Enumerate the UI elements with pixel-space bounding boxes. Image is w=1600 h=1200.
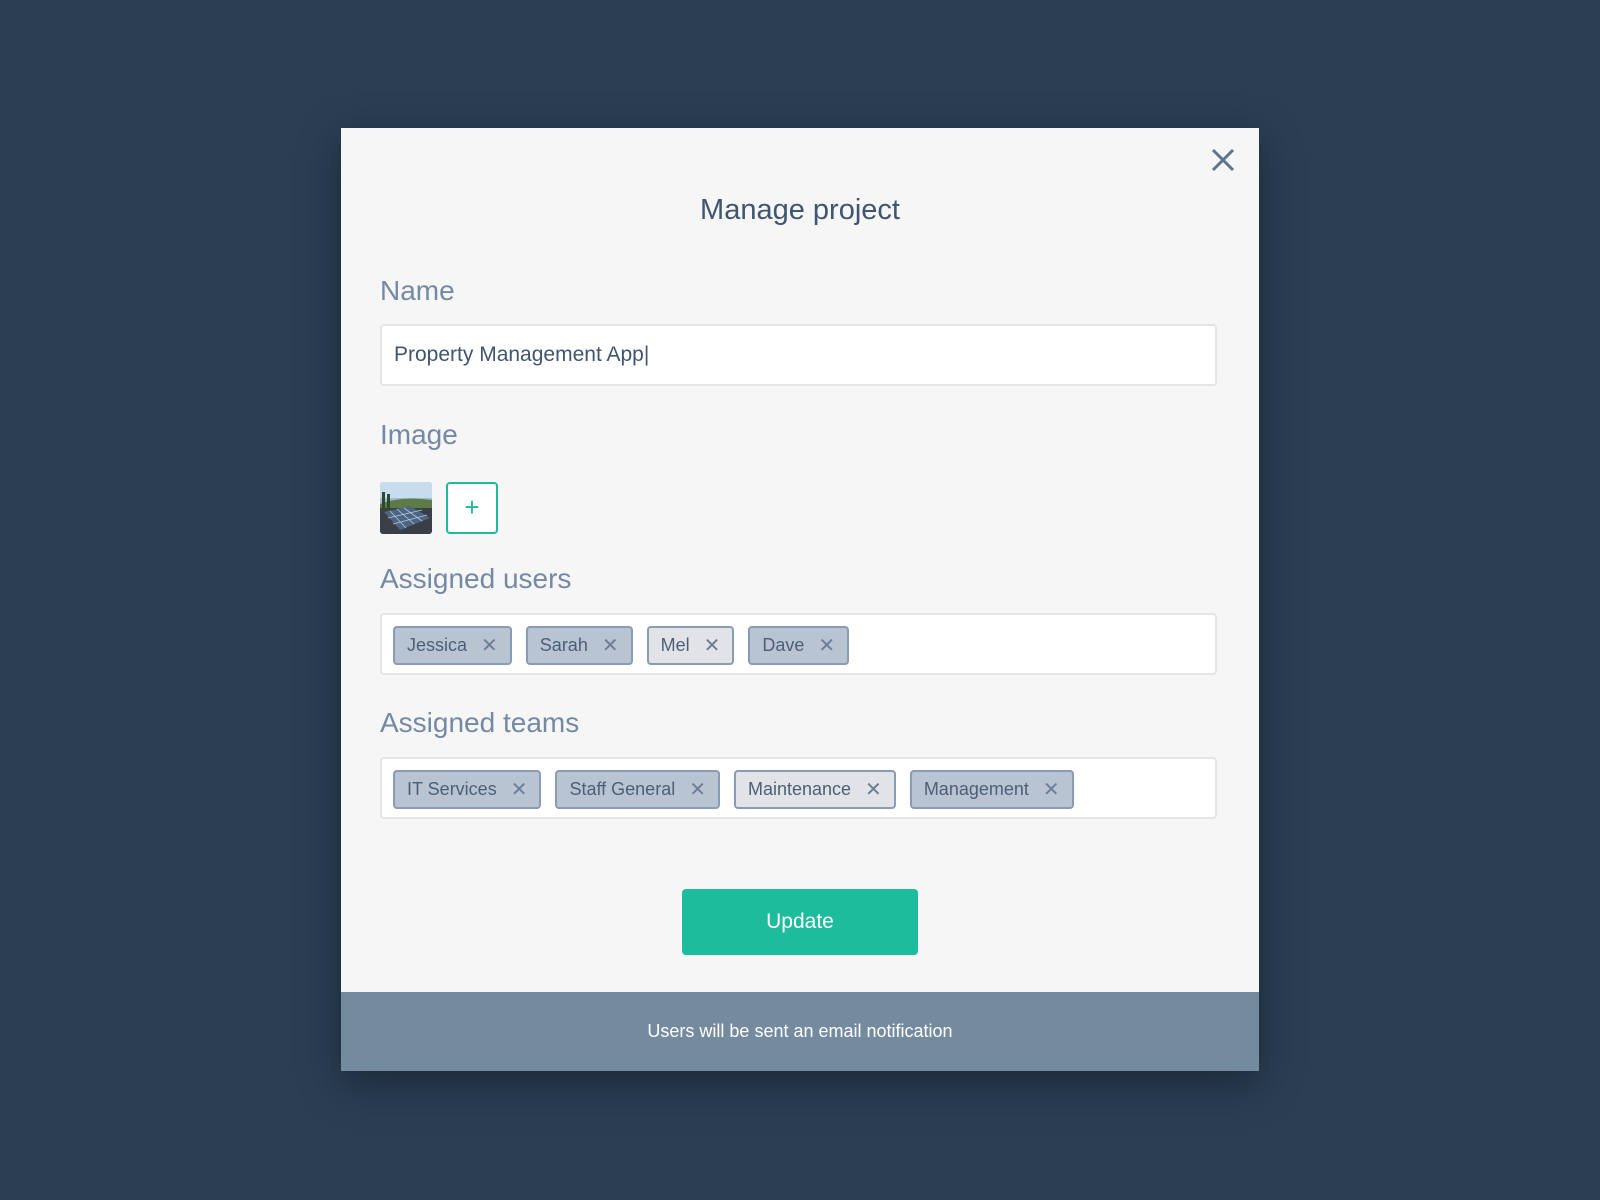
image-label: Image (380, 419, 458, 450)
user-tag-label: Sarah (539, 635, 588, 655)
footer-note: Users will be sent an email notification (647, 1021, 953, 1041)
close-icon[interactable] (1207, 144, 1239, 176)
solar-panel-thumbnail[interactable] (380, 482, 432, 534)
remove-icon[interactable]: ✕ (481, 636, 498, 656)
user-tag-label: Jessica (407, 635, 468, 655)
remove-icon[interactable]: ✕ (818, 636, 835, 656)
add-image-button[interactable]: + (446, 482, 498, 534)
team-tag-maintenance: Maintenance ✕ (733, 770, 896, 809)
remove-icon[interactable]: ✕ (1043, 780, 1060, 800)
remove-icon[interactable]: ✕ (704, 636, 721, 656)
remove-icon[interactable]: ✕ (865, 780, 882, 800)
user-tag-dave: Dave ✕ (748, 626, 850, 665)
team-tag-label: Maintenance (747, 779, 852, 799)
user-tag-label: Dave (762, 635, 805, 655)
team-tag-label: Staff General (569, 779, 676, 799)
modal-title: Manage project (700, 194, 900, 226)
user-tag-sarah: Sarah ✕ (525, 626, 633, 665)
team-tag-staff-general: Staff General ✕ (555, 770, 720, 809)
user-tag-label: Mel (660, 635, 690, 655)
update-button[interactable]: Update (682, 889, 918, 955)
remove-icon[interactable]: ✕ (511, 780, 528, 800)
team-tag-management: Management ✕ (909, 770, 1074, 809)
image-row: + (380, 482, 498, 534)
team-tag-label: IT Services (407, 779, 497, 799)
manage-project-modal: Manage project Name Image + Assigned use… (341, 128, 1259, 1071)
assigned-users-label: Assigned users (380, 563, 572, 594)
team-tag-label: Management (923, 779, 1029, 799)
name-label: Name (380, 275, 455, 306)
assigned-teams-field[interactable]: IT Services ✕ Staff General ✕ Maintenanc… (380, 757, 1217, 819)
remove-icon[interactable]: ✕ (689, 780, 706, 800)
user-tag-mel: Mel ✕ (646, 626, 735, 665)
remove-icon[interactable]: ✕ (602, 636, 619, 656)
team-tag-it-services: IT Services ✕ (393, 770, 542, 809)
footer-notice: Users will be sent an email notification (341, 992, 1259, 1071)
assigned-users-field[interactable]: Jessica ✕ Sarah ✕ Mel ✕ Dave ✕ (380, 613, 1217, 675)
assigned-teams-label: Assigned teams (380, 707, 580, 738)
name-input[interactable] (382, 326, 1215, 384)
user-tag-jessica: Jessica ✕ (393, 626, 512, 665)
name-field (380, 324, 1217, 386)
